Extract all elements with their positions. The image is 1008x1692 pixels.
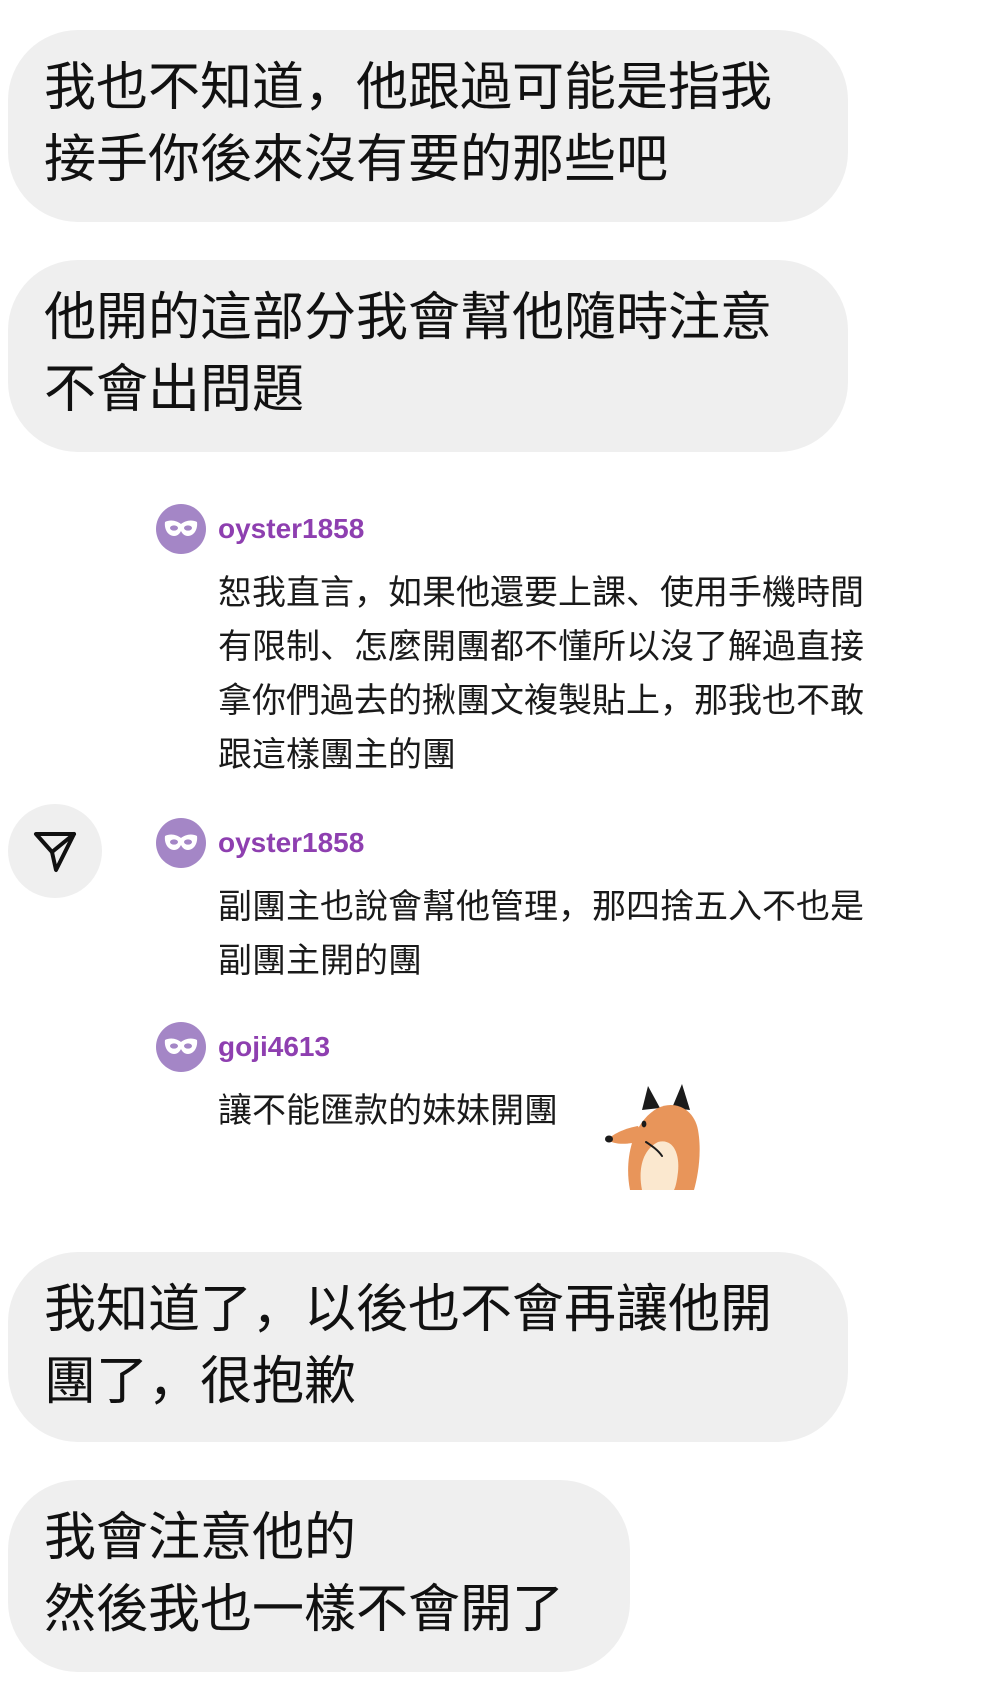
- shared-comment[interactable]: oyster1858 副團主也說會幫他管理，那四捨五入不也是 副團主開的團: [156, 818, 936, 988]
- comment-text-line: 副團主也說會幫他管理，那四捨五入不也是: [218, 887, 864, 927]
- mask-icon: [156, 818, 206, 868]
- message-bubble[interactable]: 他開的這部分我會幫他隨時注意 不會出問題: [8, 260, 848, 452]
- message-text-line: 他開的這部分我會幫他隨時注意: [44, 288, 773, 348]
- comment-username[interactable]: oyster1858: [218, 512, 364, 546]
- mask-icon: [156, 1022, 206, 1072]
- comment-text-line: 讓不能匯款的妹妹開團: [218, 1091, 558, 1131]
- message-text-line: 接手你後來沒有要的那些吧: [44, 130, 669, 190]
- comment-text-line: 副團主開的團: [218, 941, 422, 981]
- send-paper-plane-icon: [34, 832, 76, 872]
- message-bubble[interactable]: 我會注意他的 然後我也一樣不會開了: [8, 1480, 630, 1672]
- comment-username[interactable]: oyster1858: [218, 826, 364, 860]
- comment-text-line: 拿你們過去的揪團文複製貼上，那我也不敢: [218, 681, 864, 721]
- comment-text-line: 跟這樣團主的團: [218, 735, 456, 775]
- shared-comment[interactable]: goji4613 讓不能匯款的妹妹開團: [156, 1022, 936, 1192]
- comment-text-line: 有限制、怎麼開團都不懂所以沒了解過直接: [218, 627, 864, 667]
- message-text-line: 團了，很抱歉: [44, 1352, 357, 1412]
- message-text-line: 我也不知道，他跟過可能是指我: [44, 58, 773, 118]
- share-button[interactable]: [8, 804, 102, 898]
- comment-text: 副團主也說會幫他管理，那四捨五入不也是 副團主開的團: [218, 880, 864, 988]
- message-bubble[interactable]: 我也不知道，他跟過可能是指我 接手你後來沒有要的那些吧: [8, 30, 848, 222]
- shared-comment[interactable]: oyster1858 恕我直言，如果他還要上課、使用手機時間 有限制、怎麼開團都…: [156, 504, 936, 775]
- message-text-line: 不會出問題: [44, 360, 305, 420]
- mask-icon: [156, 504, 206, 554]
- comment-username[interactable]: goji4613: [218, 1030, 330, 1064]
- message-bubble[interactable]: 我知道了，以後也不會再讓他開 團了，很抱歉: [8, 1252, 848, 1442]
- comment-text: 恕我直言，如果他還要上課、使用手機時間 有限制、怎麼開團都不懂所以沒了解過直接 …: [218, 566, 864, 782]
- comment-text-line: 恕我直言，如果他還要上課、使用手機時間: [218, 573, 864, 613]
- message-text-line: 我知道了，以後也不會再讓他開: [44, 1280, 773, 1340]
- message-text-line: 然後我也一樣不會開了: [44, 1580, 565, 1640]
- message-text-line: 我會注意他的: [44, 1508, 357, 1568]
- fox-sticker-icon: [602, 1080, 712, 1190]
- comment-text: 讓不能匯款的妹妹開團: [218, 1084, 558, 1138]
